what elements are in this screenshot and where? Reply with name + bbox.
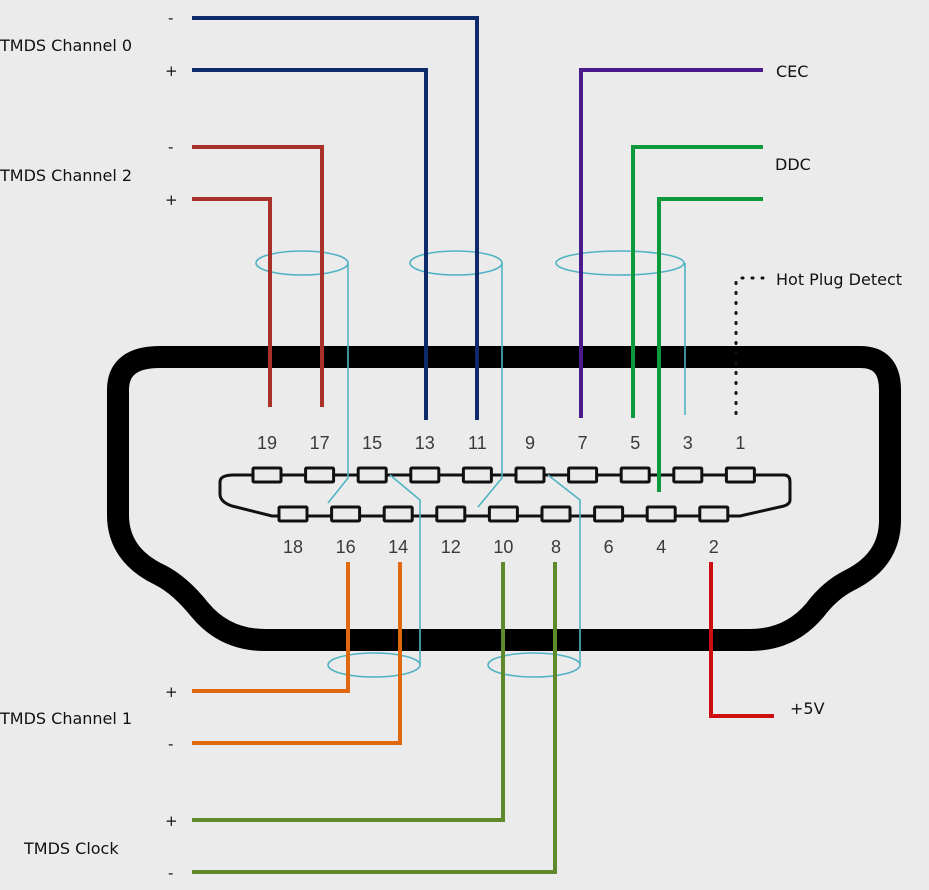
pin-label-4: 4 xyxy=(656,537,666,557)
wire-ddc-a xyxy=(631,145,763,418)
pin-3 xyxy=(672,466,704,484)
sign-clock-minus: - xyxy=(168,864,173,882)
sign-tmds1-plus: + xyxy=(165,683,178,701)
sign-tmds2-plus: + xyxy=(165,191,178,209)
label-power: +5V xyxy=(790,699,825,718)
wire-tmds2-plus xyxy=(192,197,272,407)
shield-ring-ddc xyxy=(555,250,685,276)
pin-label-7: 7 xyxy=(578,433,588,453)
pin-label-14: 14 xyxy=(388,537,408,557)
pin-label-11: 11 xyxy=(468,433,487,453)
pin-label-18: 18 xyxy=(283,537,303,557)
label-clock: TMDS Clock xyxy=(23,839,119,858)
pin-5 xyxy=(619,466,651,484)
pin-label-16: 16 xyxy=(336,537,356,557)
pin-label-1: 1 xyxy=(735,433,745,453)
wire-ddc-b xyxy=(657,197,763,492)
pin-label-12: 12 xyxy=(441,537,461,557)
pin-label-9: 9 xyxy=(525,433,535,453)
label-hpd: Hot Plug Detect xyxy=(776,270,902,289)
shield-ring-tmds1 xyxy=(327,652,421,678)
pin-9 xyxy=(514,466,546,484)
pin-6 xyxy=(593,505,625,523)
wire-clock-minus xyxy=(192,562,557,874)
pin-label-19: 19 xyxy=(257,433,277,453)
pin-17 xyxy=(304,466,336,484)
pin-label-10: 10 xyxy=(493,537,513,557)
label-ddc: DDC xyxy=(775,155,811,174)
sign-tmds0-minus: - xyxy=(168,9,173,27)
pins-bottom-row: 18 16 14 12 10 8 6 4 2 xyxy=(277,505,730,557)
pin-15 xyxy=(356,466,388,484)
pin-8 xyxy=(540,505,572,523)
pin-label-13: 13 xyxy=(415,433,435,453)
pin-2 xyxy=(698,505,730,523)
pin-label-5: 5 xyxy=(630,433,640,453)
pin-16 xyxy=(330,505,362,523)
pin-7 xyxy=(567,466,599,484)
sign-clock-plus: + xyxy=(165,812,178,830)
label-cec: CEC xyxy=(776,62,808,81)
pin-12 xyxy=(435,505,467,523)
pin-label-2: 2 xyxy=(709,537,719,557)
sign-tmds2-minus: - xyxy=(168,138,173,156)
hdmi-pinout-diagram: 19 17 15 13 11 9 7 5 3 1 18 16 14 12 10 8 6 4 2 TMDS Chan… xyxy=(0,9,902,882)
shield-ring-tmds0 xyxy=(409,250,503,276)
pin-18 xyxy=(277,505,309,523)
pin-4 xyxy=(645,505,677,523)
pin-label-17: 17 xyxy=(310,433,330,453)
pin-label-3: 3 xyxy=(683,433,693,453)
pin-14 xyxy=(382,505,414,523)
label-tmds2: TMDS Channel 2 xyxy=(0,166,132,185)
pin-13 xyxy=(409,466,441,484)
pin-label-8: 8 xyxy=(551,537,561,557)
sign-tmds0-plus: + xyxy=(165,62,178,80)
label-tmds1: TMDS Channel 1 xyxy=(0,709,132,728)
pin-19 xyxy=(251,466,283,484)
pin-label-6: 6 xyxy=(604,537,614,557)
pin-1 xyxy=(724,466,756,484)
sign-tmds1-minus: - xyxy=(168,735,173,753)
pin-10 xyxy=(487,505,519,523)
label-tmds0: TMDS Channel 0 xyxy=(0,36,132,55)
pin-label-15: 15 xyxy=(362,433,382,453)
pin-11 xyxy=(461,466,493,484)
